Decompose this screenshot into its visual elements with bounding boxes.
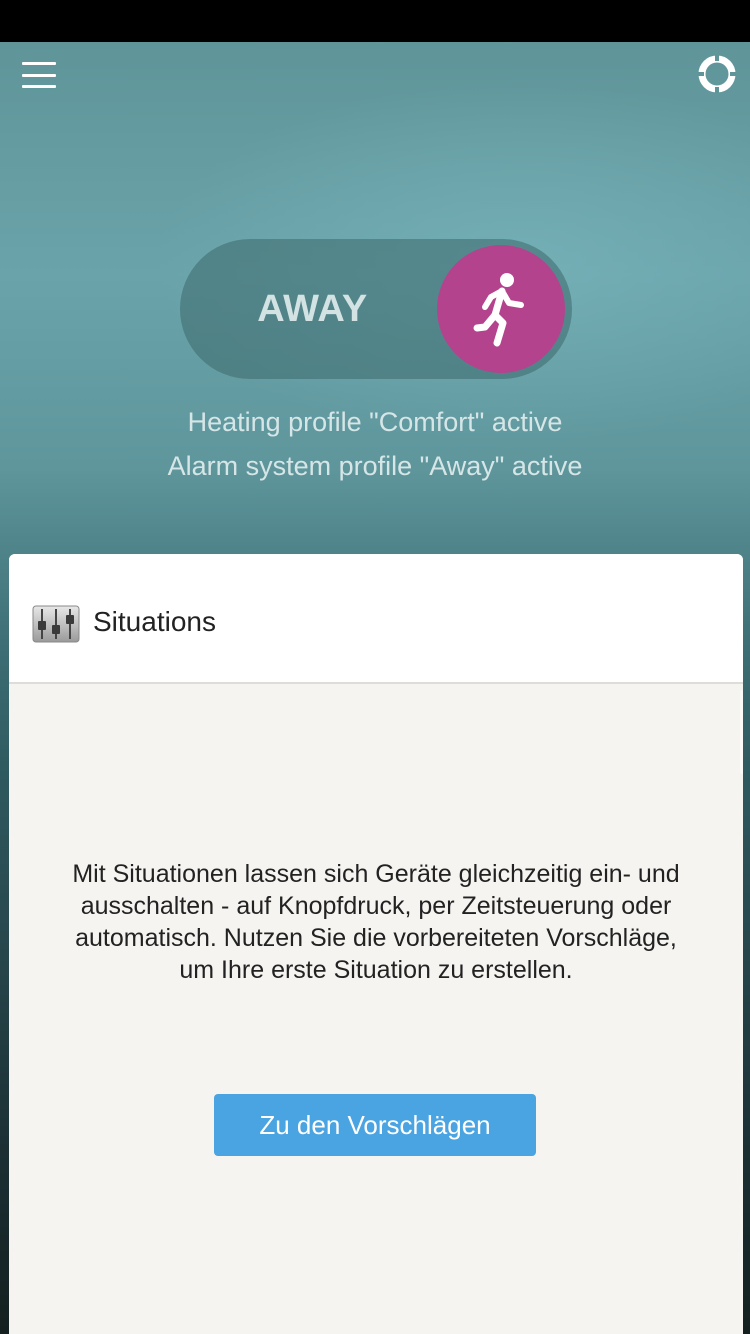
scrollbar[interactable] [740,690,743,774]
profile-label: AWAY [257,287,368,330]
heating-status: Heating profile "Comfort" active [187,407,563,437]
ring-settings-icon [698,55,736,93]
situations-title: Situations [93,606,216,637]
alarm-status: Alarm system profile "Away" active [167,451,583,481]
hamburger-menu-icon [22,62,56,65]
sliders-icon [32,605,80,643]
walking-person-icon [473,273,524,347]
profile-status: Heating profile "Comfort" active Alarm s… [0,400,750,488]
settings-button[interactable] [697,54,737,94]
menu-button[interactable] [22,60,56,90]
suggestions-button[interactable]: Zu den Vorschlägen [214,1094,536,1156]
profile-switch[interactable]: AWAY [180,239,572,379]
situations-description: Mit Situationen lassen sich Geräte gleic… [72,860,680,984]
situations-card: Situations Mit Situationen lassen sich G… [9,554,743,1334]
profile-toggle-knob[interactable] [437,245,565,373]
situations-header[interactable]: Situations [9,554,743,684]
status-bar [0,0,750,42]
